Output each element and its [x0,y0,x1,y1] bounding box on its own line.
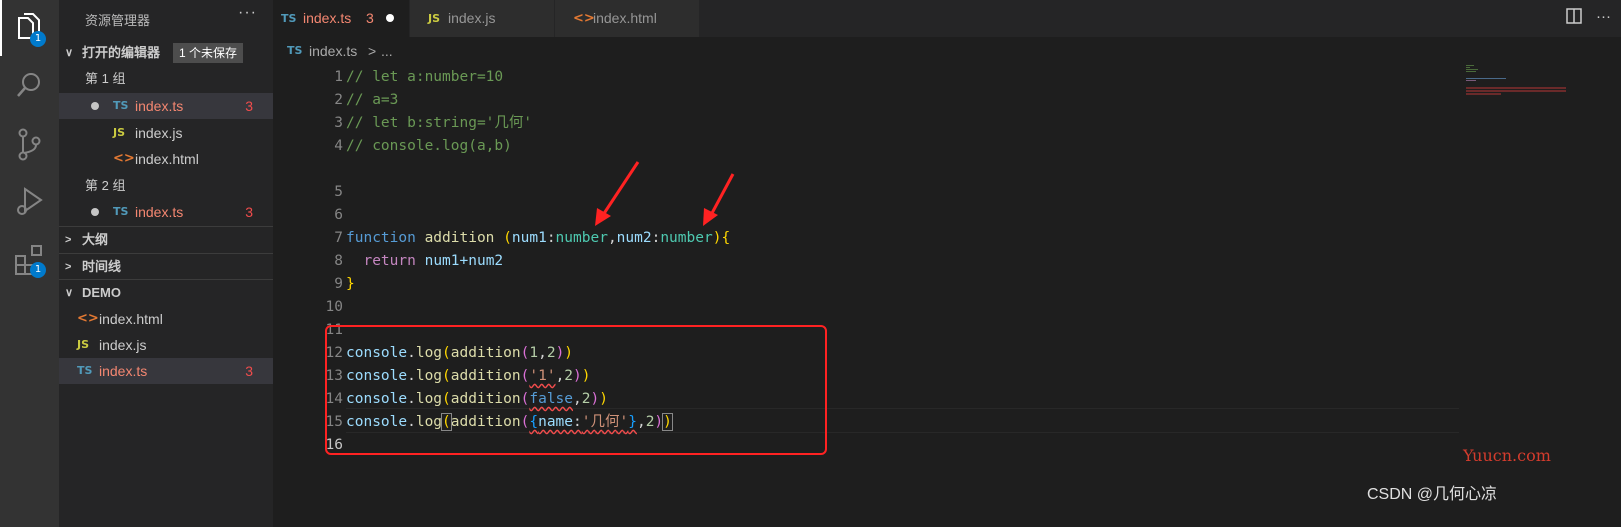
explorer-badge: 1 [30,31,46,47]
line-number: 9 [334,276,343,292]
typescript-file-icon: TS [113,205,129,218]
run-debug-icon [17,187,43,215]
line-number: 1 [334,69,343,85]
author-watermark: CSDN @几何心凉 [1367,486,1498,503]
activity-bar: 1 1 [0,0,59,527]
line-number: 4 [334,138,343,154]
javascript-file-icon: JS [77,338,90,351]
breadcrumb-symbol[interactable]: ... [381,37,393,65]
file-name: index.html [99,311,163,327]
tab-index-js[interactable]: JS index.js [410,0,554,37]
unsaved-dot-icon [91,102,99,110]
arrow-head-1 [595,208,611,226]
source-control-button[interactable] [0,116,59,172]
file-name: index.js [99,337,147,353]
open-editor-index-ts-group2[interactable]: TS index.ts 3 [59,199,273,225]
unsaved-badge: 1 个未保存 [173,43,244,63]
open-editor-index-html[interactable]: <> index.html [59,146,273,172]
explorer-title: 资源管理器 [85,13,151,28]
code-line: function addition (num1:number,num2:numb… [346,230,731,246]
split-editor-icon[interactable] [1566,8,1582,24]
chevron-right-icon: > [65,234,72,246]
file-name: index.html [135,151,199,167]
run-debug-button[interactable] [0,174,59,230]
typescript-file-icon: TS [287,44,303,57]
site-watermark: Yuucn.com [1463,446,1551,465]
editor-actions: ··· [1566,8,1611,25]
annotation-arrows [595,161,735,226]
tab-label: index.js [448,10,496,26]
extensions-button[interactable]: 1 [0,232,59,288]
code-line: // let b:string='几何' [346,115,533,131]
code-line: // console.log(a,b) [346,138,512,154]
html-file-icon: <> [77,311,99,326]
tab-label: index.ts [303,10,352,26]
tab-label: index.html [593,10,657,26]
code-editor[interactable]: 1 2 3 4 5 6 7 8 9 10 11 12 13 14 15 16 /… [273,65,1621,527]
line-number: 3 [334,115,343,131]
chevron-down-icon: ∨ [65,287,74,299]
open-editors-label: 打开的编辑器 [82,45,161,60]
file-name: index.ts [135,204,184,220]
file-name: index.ts [99,363,148,379]
tab-index-html[interactable]: <> index.html [555,0,699,37]
project-file-index-ts[interactable]: TS index.ts 3 [59,358,273,384]
typescript-file-icon: TS [113,99,129,112]
line-number: 7 [334,230,343,246]
chevron-down-icon: ∨ [65,47,74,59]
search-button[interactable] [0,58,59,114]
arrow-head-2 [703,208,718,226]
file-name: index.ts [135,98,184,114]
line-number: 8 [334,253,343,269]
tab-problem-count: 3 [366,10,374,26]
unsaved-dot-icon[interactable] [386,14,394,22]
typescript-file-icon: TS [77,364,93,377]
group-2-header: 第 2 组 [85,178,126,193]
group-1-header: 第 1 组 [85,71,126,86]
html-file-icon: <> [113,151,135,166]
project-file-index-js[interactable]: JS index.js [59,332,273,358]
minimap[interactable] [1466,65,1566,105]
timeline-header[interactable]: > 时间线 [59,253,273,280]
file-name: index.js [135,125,183,141]
more-actions-button[interactable]: ··· [1596,8,1611,25]
line-number: 6 [334,207,343,223]
code-line: return num1+num2 [363,253,504,269]
extensions-badge: 1 [30,262,46,278]
annotation-box [325,325,827,455]
project-file-index-html[interactable]: <> index.html [59,306,273,332]
code-line: } [346,276,355,292]
open-editor-index-js[interactable]: JS index.js [59,120,273,146]
javascript-file-icon: JS [428,12,441,25]
problem-count: 3 [245,204,253,220]
code-line: // let a:number=10 [346,69,504,85]
unsaved-dot-icon [91,208,99,216]
breadcrumb-file[interactable]: index.ts [309,37,357,65]
project-header[interactable]: ∨ DEMO [59,279,273,306]
open-editor-index-ts[interactable]: TS index.ts 3 [59,93,273,119]
problem-count: 3 [245,363,253,379]
code-line: // a=3 [346,92,399,108]
tab-index-ts[interactable]: TS index.ts 3 [273,0,409,37]
typescript-file-icon: TS [281,12,297,25]
line-number: 2 [334,92,343,108]
line-number: 10 [325,299,343,315]
editor-tabs: TS index.ts 3 JS index.js <> index.html … [273,0,1621,37]
problem-count: 3 [245,98,253,114]
explorer-button[interactable]: 1 [0,0,59,56]
javascript-file-icon: JS [113,126,126,139]
breadcrumb: TS index.ts > ... [273,37,1621,65]
source-control-icon [18,128,41,161]
html-file-icon: <> [573,11,595,26]
search-icon [17,73,40,97]
explorer-more-button[interactable]: ··· [238,4,257,22]
chevron-right-icon: > [65,261,72,273]
line-number: 5 [334,184,343,200]
explorer-sidebar: 资源管理器 ··· ∨ 打开的编辑器 1 个未保存 第 1 组 TS index… [59,0,273,527]
breadcrumb-separator: > [368,43,377,59]
outline-header[interactable]: > 大纲 [59,226,273,253]
